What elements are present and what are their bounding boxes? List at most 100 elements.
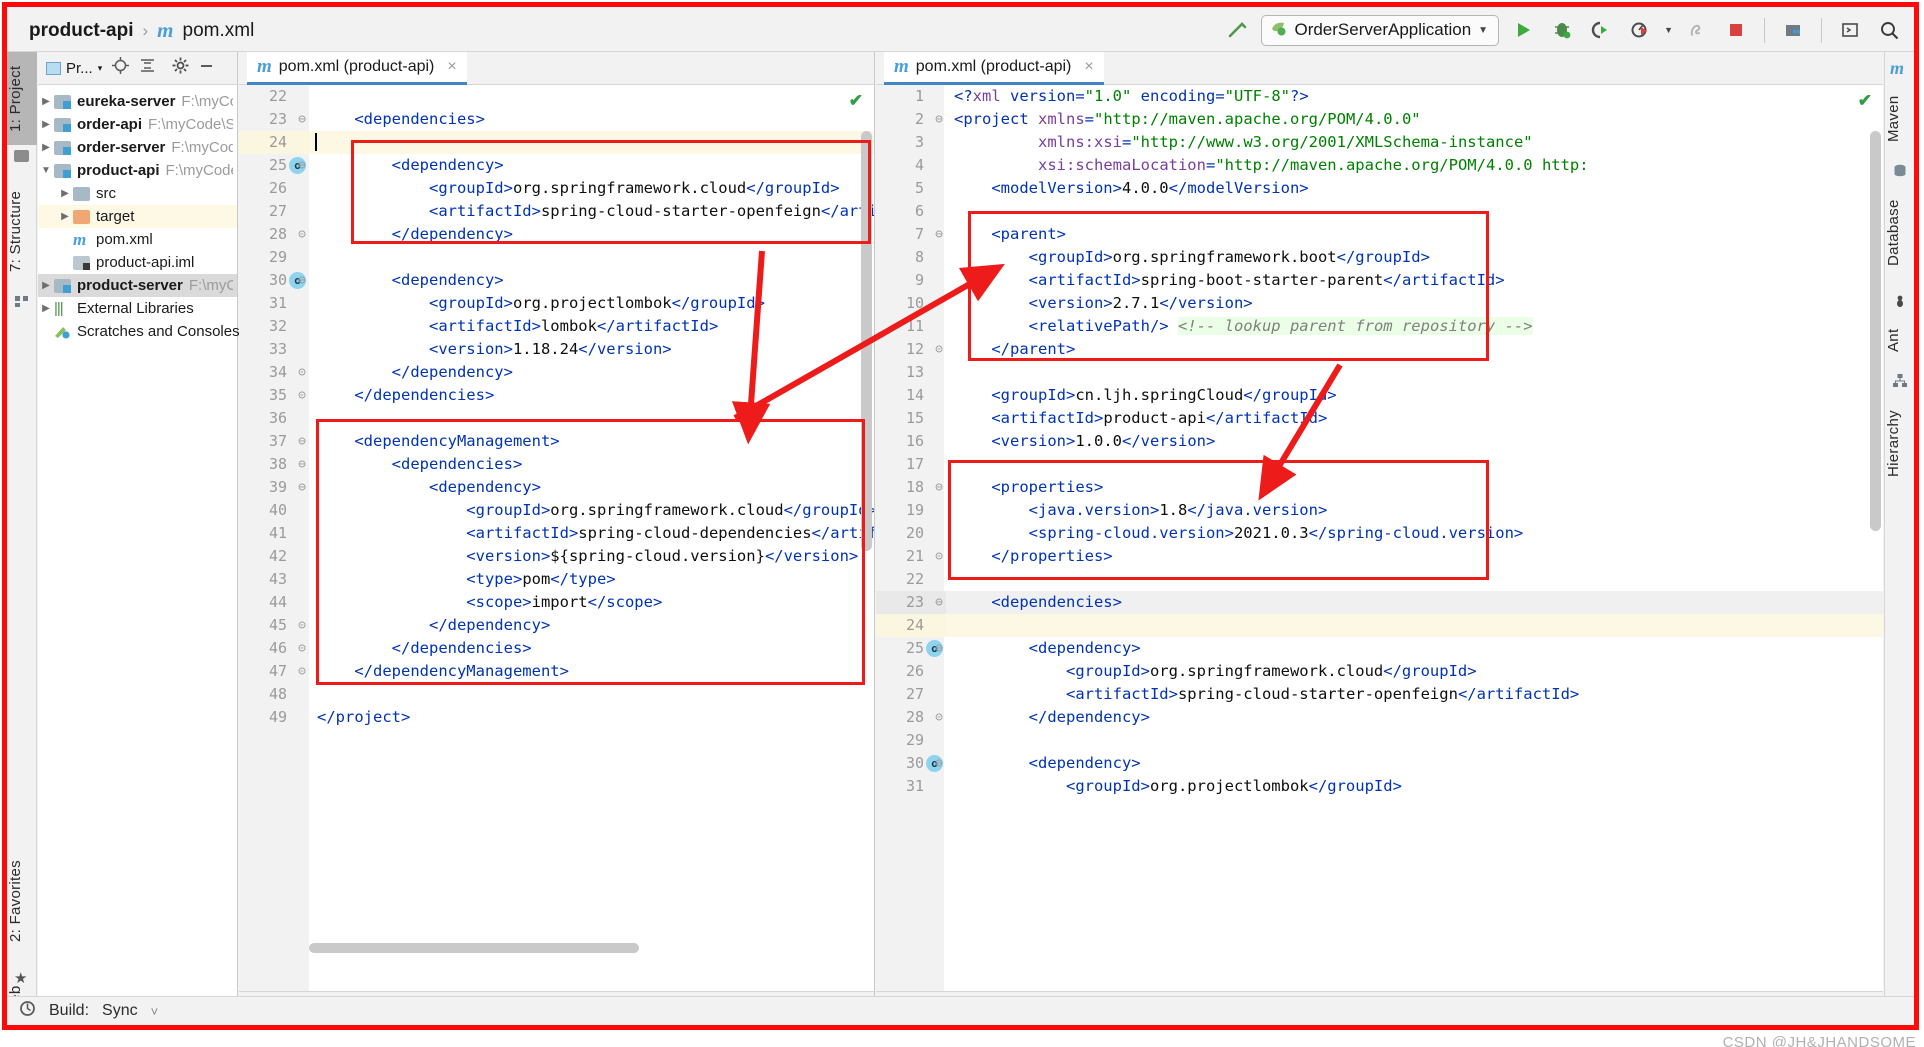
search-everywhere-button[interactable] [1874,15,1904,45]
line-number: 15 [905,409,924,427]
tree-expand-arrow-icon[interactable]: ▶ [38,142,54,153]
scrollbar-horizontal-left[interactable] [309,943,639,953]
debug-button[interactable] [1547,15,1577,45]
code-line-14: 14 <groupId>cn.ljh.springCloud</groupId> [876,384,1883,407]
code-fold-toggle-icon[interactable]: ⊖ [295,269,309,292]
chevron-down-icon[interactable]: ˅ [151,1004,159,1019]
tree-node-pom-xml[interactable]: m pom.xml [38,228,237,251]
tree-node-label: pom.xml [96,231,153,248]
stop-button[interactable] [1721,15,1751,45]
terminal-button[interactable] [1835,15,1865,45]
code-fold-toggle-icon[interactable]: ⊝ [295,361,309,384]
collapse-all-icon[interactable] [139,57,156,79]
minimize-icon[interactable] [199,58,214,78]
code-text: <version>1.18.24</version> [317,338,672,361]
breadcrumb-project[interactable]: product-api [29,20,134,42]
code-token: <spring-cloud.version> [954,524,1234,542]
gear-icon[interactable] [172,57,189,79]
code-line-40: 40 <groupId>org.springframework.cloud</g… [239,499,874,522]
code-token: </dependencyManagement> [317,662,569,680]
build-label[interactable]: Build: [49,1002,89,1020]
code-fold-toggle-icon[interactable]: ⊖ [932,108,946,131]
line-number: 41 [268,524,287,542]
code-fold-toggle-icon[interactable]: ⊖ [295,453,309,476]
sidebar-item-ant[interactable]: Ant [1885,310,1914,370]
run-configuration-selector[interactable]: OrderServerApplication ▼ [1261,14,1500,46]
hammer-icon[interactable] [1222,15,1252,45]
code-fold-toggle-icon[interactable]: ⊖ [932,223,946,246]
tree-node-order-api[interactable]: ▶ order-api F:\myCode\Sp [38,113,237,136]
tree-node-order-server[interactable]: ▶ order-server F:\myCode [38,136,237,159]
line-number: 22 [268,87,287,105]
tree-node-scratches-and-consoles[interactable]: Scratches and Consoles [38,320,240,343]
code-fold-toggle-icon[interactable]: ⊖ [932,476,946,499]
sidebar-item-favorites[interactable]: 2: Favorites [7,837,37,965]
tree-expand-arrow-icon[interactable]: ▶ [57,211,73,222]
code-fold-toggle-icon[interactable]: ⊝ [932,338,946,361]
code-viewport-left[interactable]: 22 23 ⊖ <dependencies> 24 25 o ⊖ <dependency>… [239,85,874,991]
code-fold-toggle-icon[interactable]: ⊝ [295,384,309,407]
tree-node-external-libraries[interactable]: ▶ ||| External Libraries [38,297,237,320]
code-fold-toggle-icon[interactable]: ⊖ [295,476,309,499]
chevron-down-icon: ▾ [97,62,103,73]
line-number: 7 [914,225,924,243]
sidebar-item-structure[interactable]: 7: Structure [7,172,37,290]
tree-node-src[interactable]: ▶ src [38,182,237,205]
sidebar-item-hierarchy[interactable]: Hierarchy [1885,390,1914,498]
project-structure-button[interactable] [1778,15,1808,45]
tree-expand-arrow-icon[interactable]: ▼ [38,165,54,176]
scrollbar-vertical-right[interactable] [1870,131,1881,531]
tree-expand-arrow-icon[interactable]: ▶ [57,188,73,199]
tree-node-product-api[interactable]: ▼ product-api F:\myCode [38,159,237,182]
tree-expand-arrow-icon[interactable]: ▶ [38,303,54,314]
close-icon[interactable]: × [1084,58,1093,76]
code-fold-toggle-icon[interactable]: ⊝ [932,706,946,729]
profiler-button[interactable] [1682,15,1712,45]
tree-expand-arrow-icon[interactable]: ▶ [38,96,54,107]
run-button[interactable] [1508,15,1538,45]
line-number: 40 [268,501,287,519]
tree-node-eureka-server[interactable]: ▶ eureka-server F:\myCod [38,90,237,113]
code-fold-toggle-icon[interactable]: ⊖ [295,108,309,131]
code-text: <groupId>cn.ljh.springCloud</groupId> [954,384,1336,407]
code-fold-toggle-icon[interactable]: ⊝ [295,637,309,660]
code-fold-toggle-icon[interactable]: ⊝ [295,614,309,637]
breadcrumb-file[interactable]: pom.xml [183,20,255,42]
close-icon[interactable]: × [447,58,456,76]
project-view-selector[interactable]: Pr... ▾ [46,60,102,77]
code-fold-toggle-icon[interactable]: ⊖ [932,752,946,775]
run-with-debug-button[interactable] [1586,15,1616,45]
code-fold-toggle-icon[interactable]: ⊝ [932,545,946,568]
code-fold-toggle-icon[interactable]: ⊖ [932,591,946,614]
sidebar-item-database[interactable]: Database [1885,180,1914,286]
tree-node-target[interactable]: ▶ target [38,205,237,228]
code-fold-toggle-icon[interactable]: ⊖ [295,430,309,453]
code-viewport-right[interactable]: 1 <?xml version="1.0" encoding="UTF-8"?> 2… [876,85,1883,991]
tree-node-product-api-iml[interactable]: product-api.iml [38,251,237,274]
code-lines-left: 22 23 ⊖ <dependencies> 24 25 o ⊖ <dependency>… [239,85,874,991]
code-token: <version> [954,432,1076,450]
code-fold-toggle-icon[interactable]: ⊖ [295,154,309,177]
sync-label[interactable]: Sync [102,1002,138,1020]
code-text: </dependency> [317,223,513,246]
line-number: 28 [268,225,287,243]
tab-pom-xml-left[interactable]: m pom.xml (product-api) × [247,52,467,85]
code-fold-toggle-icon[interactable]: ⊖ [932,637,946,660]
tree-node-product-server[interactable]: ▶ product-server F:\myCo [38,274,237,297]
code-fold-toggle-icon[interactable]: ⊝ [295,660,309,683]
code-token: </project> [317,708,411,726]
tree-expand-arrow-icon[interactable]: ▶ [38,119,54,130]
code-token: org.springframework.cloud [1149,662,1384,680]
code-token: <version> [317,340,513,358]
code-token: encoding= [1131,87,1225,105]
run-with-coverage-button[interactable] [1625,15,1655,45]
code-fold-toggle-icon[interactable]: ⊝ [295,223,309,246]
crosshair-icon[interactable] [112,57,130,79]
coverage-dropdown-caret-icon[interactable]: ▼ [1664,25,1673,35]
tree-expand-arrow-icon[interactable]: ▶ [38,280,54,291]
tab-pom-xml-right[interactable]: m pom.xml (product-api) × [884,52,1104,85]
scrollbar-vertical-left[interactable] [861,131,872,551]
sidebar-item-project[interactable]: 1: Project [7,52,37,145]
code-token: </properties> [954,547,1113,565]
sidebar-item-maven[interactable]: Maven [1885,80,1914,158]
